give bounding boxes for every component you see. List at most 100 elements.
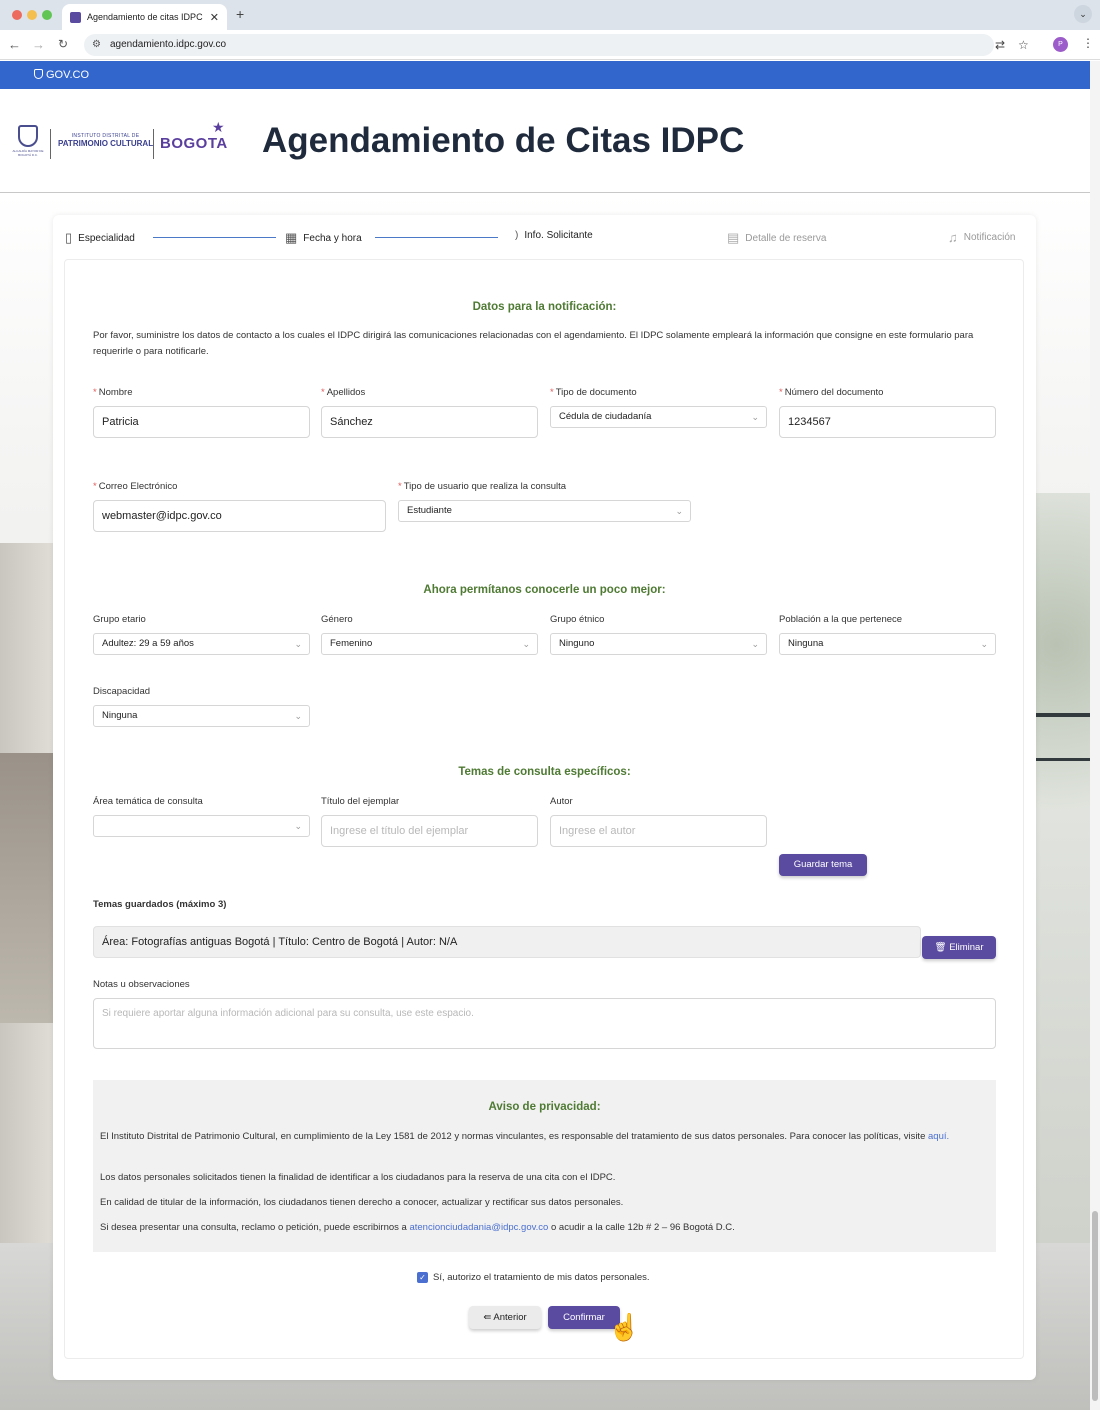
numero-documento-label: * Número del documento (779, 387, 884, 398)
eliminar-label: Eliminar (949, 942, 984, 953)
area-tematica-label: Área temática de consulta (93, 796, 203, 807)
step-especialidad[interactable]: ▯ Especialidad (65, 230, 135, 246)
back-arrow-icon: ⇚ (483, 1312, 492, 1323)
step-label: Especialidad (78, 232, 135, 244)
bogota-crest-logo: ALCALDÍA MAYOR DE BOGOTÁ D.C. (12, 125, 44, 159)
translate-icon[interactable]: ⇄ (995, 38, 1005, 52)
chevron-down-icon: ⌄ (294, 639, 302, 649)
grupo-etario-label: Grupo etario (93, 614, 146, 625)
privacy-paragraph-3: En calidad de titular de la información,… (100, 1197, 624, 1208)
discapacidad-label: Discapacidad (93, 686, 151, 697)
page-title: Agendamiento de Citas IDPC (262, 121, 745, 160)
idpc-logo-line2: PATRIMONIO CULTURAL (58, 139, 154, 148)
tab-search-icon[interactable]: ⌄ (1074, 5, 1092, 23)
discapacidad-value: Ninguna (102, 710, 138, 721)
notas-label: Notas u observaciones (93, 979, 190, 990)
chevron-down-icon: ⌄ (294, 711, 302, 721)
apellidos-label: * Apellidos (321, 387, 366, 398)
stepper: ▯ Especialidad ▦ Fecha y hora ) Info. So… (53, 215, 1036, 259)
genero-select[interactable]: Femenino ⌄ (321, 633, 538, 655)
guardar-tema-button[interactable]: Guardar tema (779, 854, 867, 876)
gov-label[interactable]: GOV.CO (46, 69, 89, 81)
back-icon[interactable]: ← (8, 37, 21, 52)
minimize-window-icon[interactable] (27, 10, 37, 20)
area-tematica-select[interactable]: ⌄ (93, 815, 310, 837)
bookmark-star-icon[interactable]: ☆ (1018, 38, 1029, 52)
url-text: agendamiento.idpc.gov.co (110, 39, 227, 50)
browser-menu-icon[interactable]: ⋮ (1082, 36, 1094, 50)
step-notificacion[interactable]: ♫ Notificación (948, 230, 1015, 245)
site-settings-icon[interactable]: ⚙ (92, 34, 101, 56)
grupo-etario-select[interactable]: Adultez: 29 a 59 años ⌄ (93, 633, 310, 655)
crest-caption: ALCALDÍA MAYOR DE BOGOTÁ D.C. (12, 149, 44, 157)
step-label: Detalle de reserva (745, 232, 827, 244)
chevron-down-icon: ⌄ (751, 639, 759, 649)
correo-input[interactable]: webmaster@idpc.gov.co (93, 500, 386, 532)
step-fecha-hora[interactable]: ▦ Fecha y hora (285, 230, 362, 246)
close-tab-icon[interactable]: ✕ (210, 11, 219, 24)
privacy-paragraph-2: Los datos personales solicitados tienen … (100, 1172, 616, 1183)
step-info-solicitante[interactable]: ) Info. Solicitante (515, 230, 593, 241)
site-header: ALCALDÍA MAYOR DE BOGOTÁ D.C. INSTITUTO … (0, 89, 1090, 193)
forward-icon[interactable]: → (32, 37, 45, 52)
discapacidad-select[interactable]: Ninguna ⌄ (93, 705, 310, 727)
privacy-policy-link[interactable]: aquí. (928, 1131, 949, 1142)
idpc-logo: INSTITUTO DISTRITAL DE PATRIMONIO CULTUR… (58, 133, 153, 148)
privacy-notice: Aviso de privacidad: El Instituto Distri… (93, 1080, 996, 1252)
eliminar-button[interactable]: 🗑 Eliminar (922, 936, 996, 959)
scrollbar-thumb[interactable] (1092, 1211, 1098, 1401)
notas-textarea[interactable]: Si requiere aportar alguna información a… (93, 998, 996, 1049)
apellidos-input[interactable]: Sánchez (321, 406, 538, 438)
about-section-title: Ahora permítanos conocerle un poco mejor… (423, 584, 666, 596)
gov-bar: GOV.CO (0, 61, 1090, 89)
pointer-hand-cursor-icon: ☝ (608, 1312, 641, 1342)
chevron-down-icon: ⌄ (980, 639, 988, 649)
page-scrollbar[interactable] (1090, 61, 1100, 1410)
nombre-input[interactable]: Patricia (93, 406, 310, 438)
chevron-down-icon: ⌄ (294, 821, 302, 831)
new-tab-icon[interactable]: + (236, 6, 244, 22)
bell-icon: ♫ (948, 230, 958, 245)
poblacion-select[interactable]: Ninguna ⌄ (779, 633, 996, 655)
notification-intro: Por favor, suministre los datos de conta… (93, 330, 974, 357)
anterior-button[interactable]: ⇚ Anterior (469, 1306, 541, 1329)
genero-label: Género (321, 614, 353, 625)
profile-avatar[interactable]: P (1053, 37, 1068, 52)
poblacion-value: Ninguna (788, 638, 824, 649)
browser-tab[interactable]: Agendamiento de citas IDPC ✕ (62, 4, 227, 30)
favicon-icon (70, 11, 81, 23)
reload-icon[interactable]: ↻ (58, 37, 68, 51)
step-label: Notificación (963, 232, 1016, 243)
grupo-etnico-select[interactable]: Ninguno ⌄ (550, 633, 767, 655)
autor-label: Autor (550, 796, 573, 807)
consent-checkbox[interactable]: ✓ (417, 1272, 428, 1283)
genero-value: Femenino (330, 638, 373, 649)
url-field[interactable]: ⚙ agendamiento.idpc.gov.co (84, 34, 994, 56)
maximize-window-icon[interactable] (42, 10, 52, 20)
contact-email-link[interactable]: atencionciudadania@idpc.gov.co (409, 1222, 548, 1233)
step-detalle-reserva[interactable]: ▤ Detalle de reserva (727, 230, 826, 246)
bogota-logo: BOGOTA (160, 135, 228, 152)
calendar-icon: ▦ (285, 230, 298, 245)
grupo-etnico-label: Grupo étnico (550, 614, 605, 625)
numero-documento-input[interactable]: 1234567 (779, 406, 996, 438)
autor-input[interactable]: Ingrese el autor (550, 815, 767, 847)
close-window-icon[interactable] (12, 10, 22, 20)
bookmark-icon: ▯ (65, 230, 73, 245)
trash-icon: 🗑 (934, 942, 947, 953)
privacy-title: Aviso de privacidad: (488, 1101, 601, 1113)
grupo-etnico-value: Ninguno (559, 638, 595, 649)
correo-label: * Correo Electrónico (93, 481, 178, 492)
tipo-usuario-value: Estudiante (407, 505, 452, 516)
tab-title: Agendamiento de citas IDPC (87, 12, 203, 22)
tipo-documento-select[interactable]: Cédula de ciudadanía ⌄ (550, 406, 767, 428)
logo-divider (153, 129, 154, 159)
tipo-usuario-select[interactable]: Estudiante ⌄ (398, 500, 691, 522)
tipo-documento-value: Cédula de ciudadanía (559, 411, 652, 422)
poblacion-label: Población a la que pertenece (779, 614, 903, 625)
chevron-down-icon: ⌄ (675, 506, 683, 516)
privacy-paragraph-4: Si desea presentar una consulta, reclamo… (100, 1222, 735, 1233)
titulo-ejemplar-input[interactable]: Ingrese el título del ejemplar (321, 815, 538, 847)
anterior-label: Anterior (493, 1312, 527, 1323)
step-label: Fecha y hora (303, 232, 362, 244)
